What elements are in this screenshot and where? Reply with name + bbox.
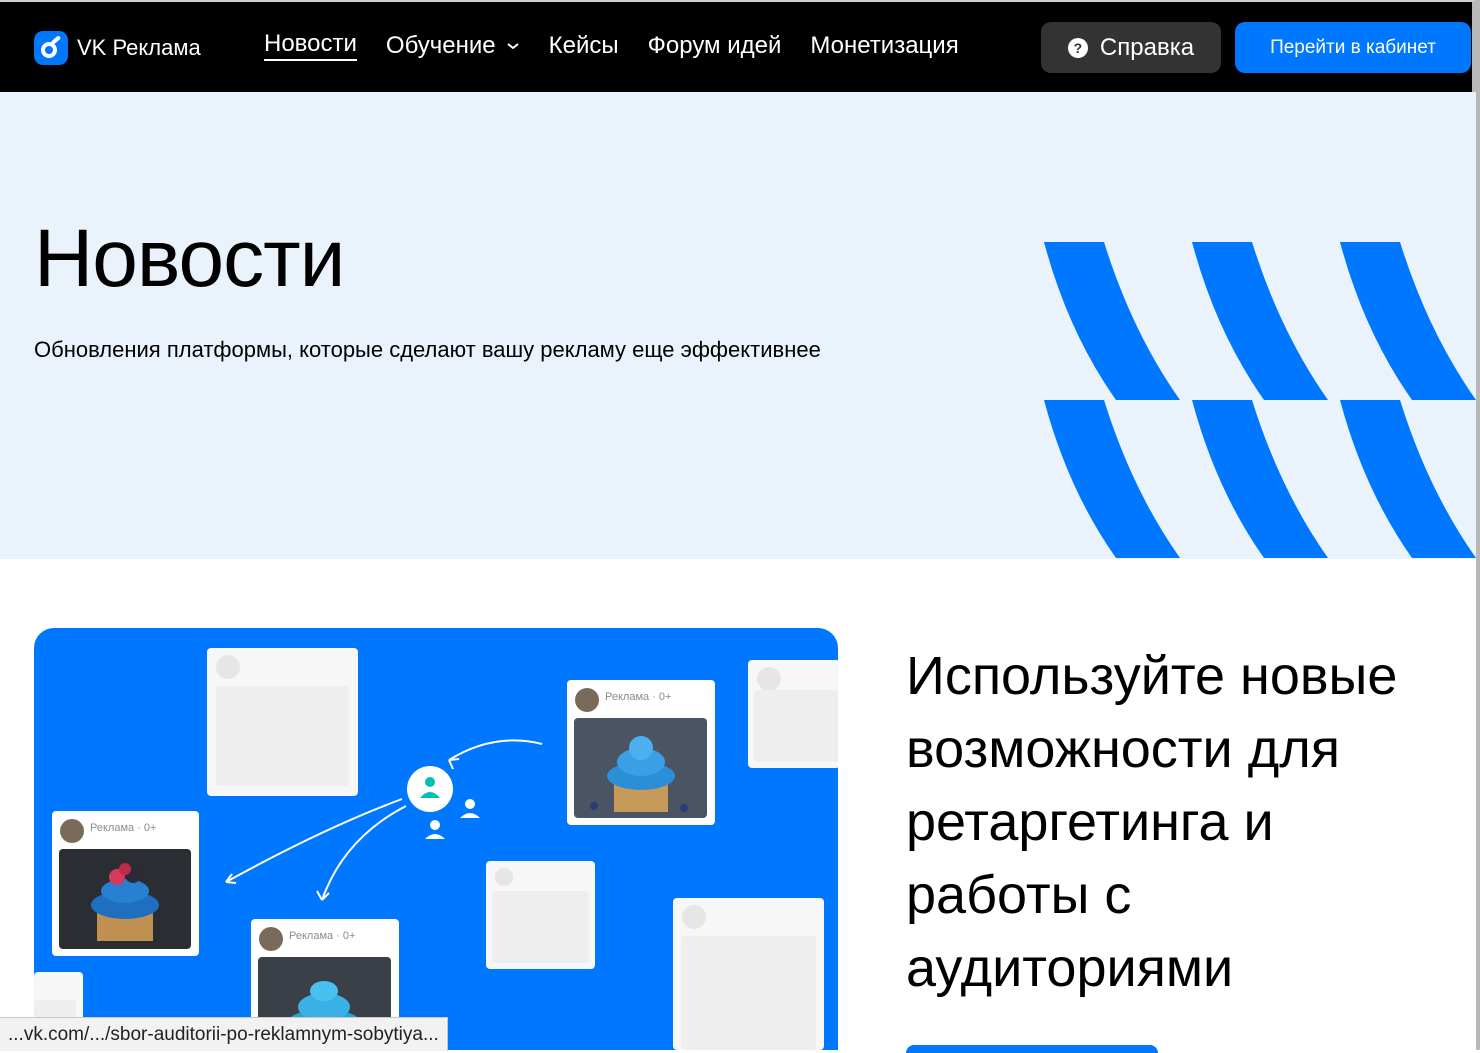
window-border — [1476, 0, 1480, 1050]
nav-learning[interactable]: Обучение — [386, 30, 520, 61]
vk-ads-logo[interactable]: VK Реклама — [34, 31, 201, 65]
article-title[interactable]: Используйте новые возможности для ретарг… — [906, 640, 1466, 1005]
ad-label: Реклама · 0+ — [289, 930, 356, 942]
question-icon: ? — [1067, 37, 1088, 58]
avatar — [60, 819, 84, 843]
ad-label: Реклама · 0+ — [90, 822, 157, 834]
berry-cupcake-image — [91, 863, 159, 941]
decorative-stripes — [1044, 242, 1476, 558]
article-illustration[interactable]: Реклама · 0+ Реклама · 0+ Реклама · 0+ — [34, 628, 838, 1050]
avatar — [259, 927, 283, 951]
go-to-cabinet-button[interactable]: Перейти в кабинет — [1235, 22, 1471, 73]
brand-name: VK Реклама — [77, 35, 201, 60]
nav-news[interactable]: Новости — [264, 30, 357, 61]
nav-cases[interactable]: Кейсы — [549, 30, 619, 61]
help-button[interactable]: ? Справка — [1041, 22, 1221, 73]
ad-card: Реклама · 0+ — [52, 811, 199, 956]
help-label: Справка — [1099, 33, 1195, 61]
ad-label: Реклама · 0+ — [605, 691, 672, 703]
page-title: Новости — [34, 213, 345, 304]
logo-icon — [34, 31, 68, 65]
hero-section: Новости Обновления платформы, которые сд… — [0, 92, 1476, 559]
chevron-down-icon — [507, 42, 519, 49]
nav-ideas-forum[interactable]: Форум идей — [648, 30, 782, 61]
ad-card: Реклама · 0+ — [567, 680, 715, 825]
avatar — [575, 688, 599, 712]
status-bar-url: ...vk.com/.../sbor-auditorii-po-reklamny… — [0, 1017, 448, 1051]
top-navbar: VK Реклама Новости Обучение Кейсы Форум … — [0, 0, 1476, 92]
nav-learning-label: Обучение — [385, 31, 496, 59]
page-subtitle: Обновления платформы, которые сделают ва… — [34, 337, 821, 362]
cupcake-image — [590, 736, 688, 812]
main-nav: Новости Обучение Кейсы Форум идей Монети… — [264, 30, 988, 61]
nav-monetization[interactable]: Монетизация — [810, 30, 958, 61]
read-more-button[interactable] — [906, 1045, 1158, 1053]
